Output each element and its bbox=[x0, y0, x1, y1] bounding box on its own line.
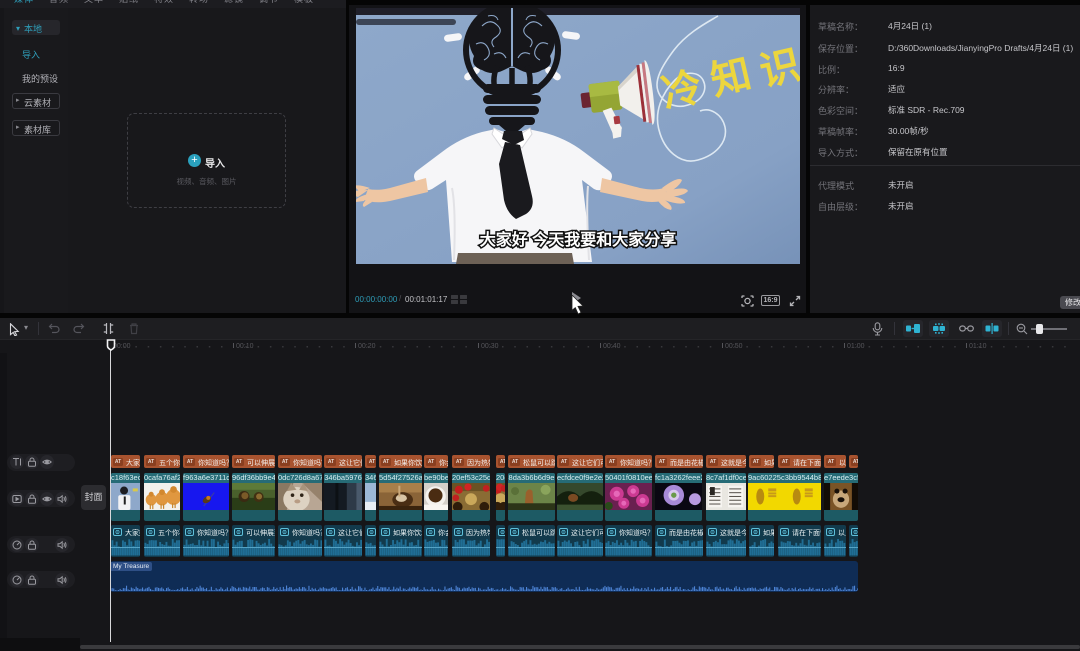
svg-text:大家好 今天我要和大家分享: 大家好 今天我要和大家分享 bbox=[480, 230, 676, 249]
